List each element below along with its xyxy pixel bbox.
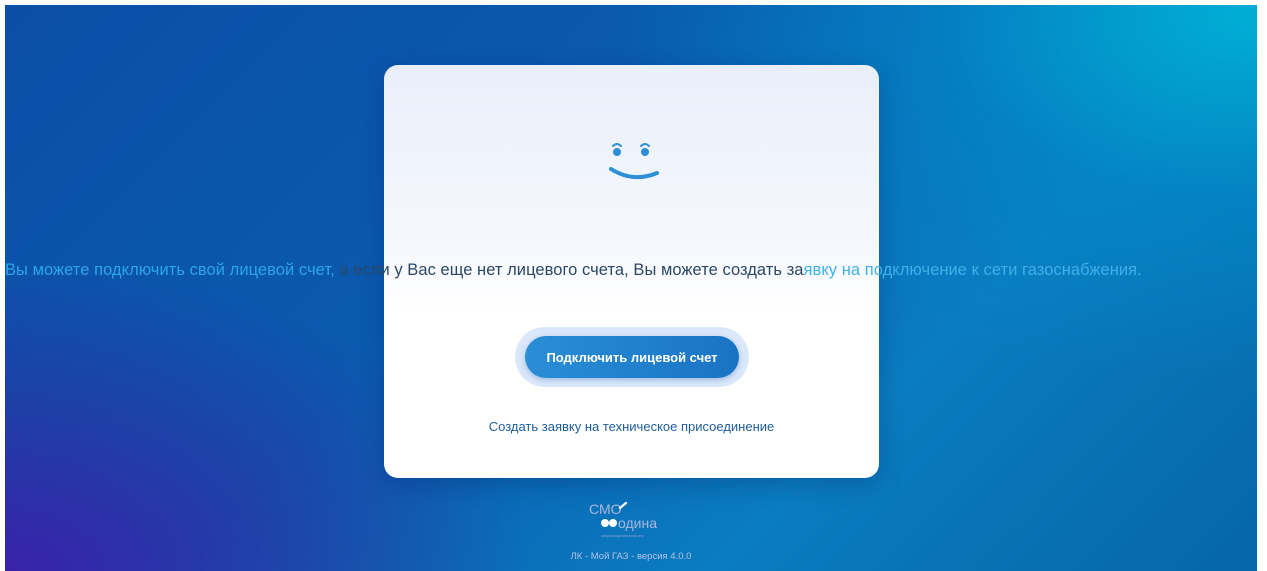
app-background: Подключить лицевой счет Создать заявку н… [5,5,1257,571]
logo-tagline: газораспределительная сеть [601,534,644,538]
logo-text-top: СМО [589,501,622,517]
connect-account-button[interactable]: Подключить лицевой счет [525,336,739,378]
logo-text-bottom: одина [618,515,657,531]
company-logo: СМО одина газораспределительная сеть [589,501,657,538]
smiley-icon [609,143,659,180]
welcome-card: Подключить лицевой счет Создать заявку н… [384,65,879,478]
app-version: ЛК - Мой ГАЗ - версия 4.0.0 [570,551,692,562]
tech-connection-link[interactable]: Создать заявку на техническое присоедине… [384,419,879,434]
info-message-start: Вы можете подключить свой лицевой счет, [5,261,340,279]
connect-account-button-halo: Подключить лицевой счет [515,327,749,387]
